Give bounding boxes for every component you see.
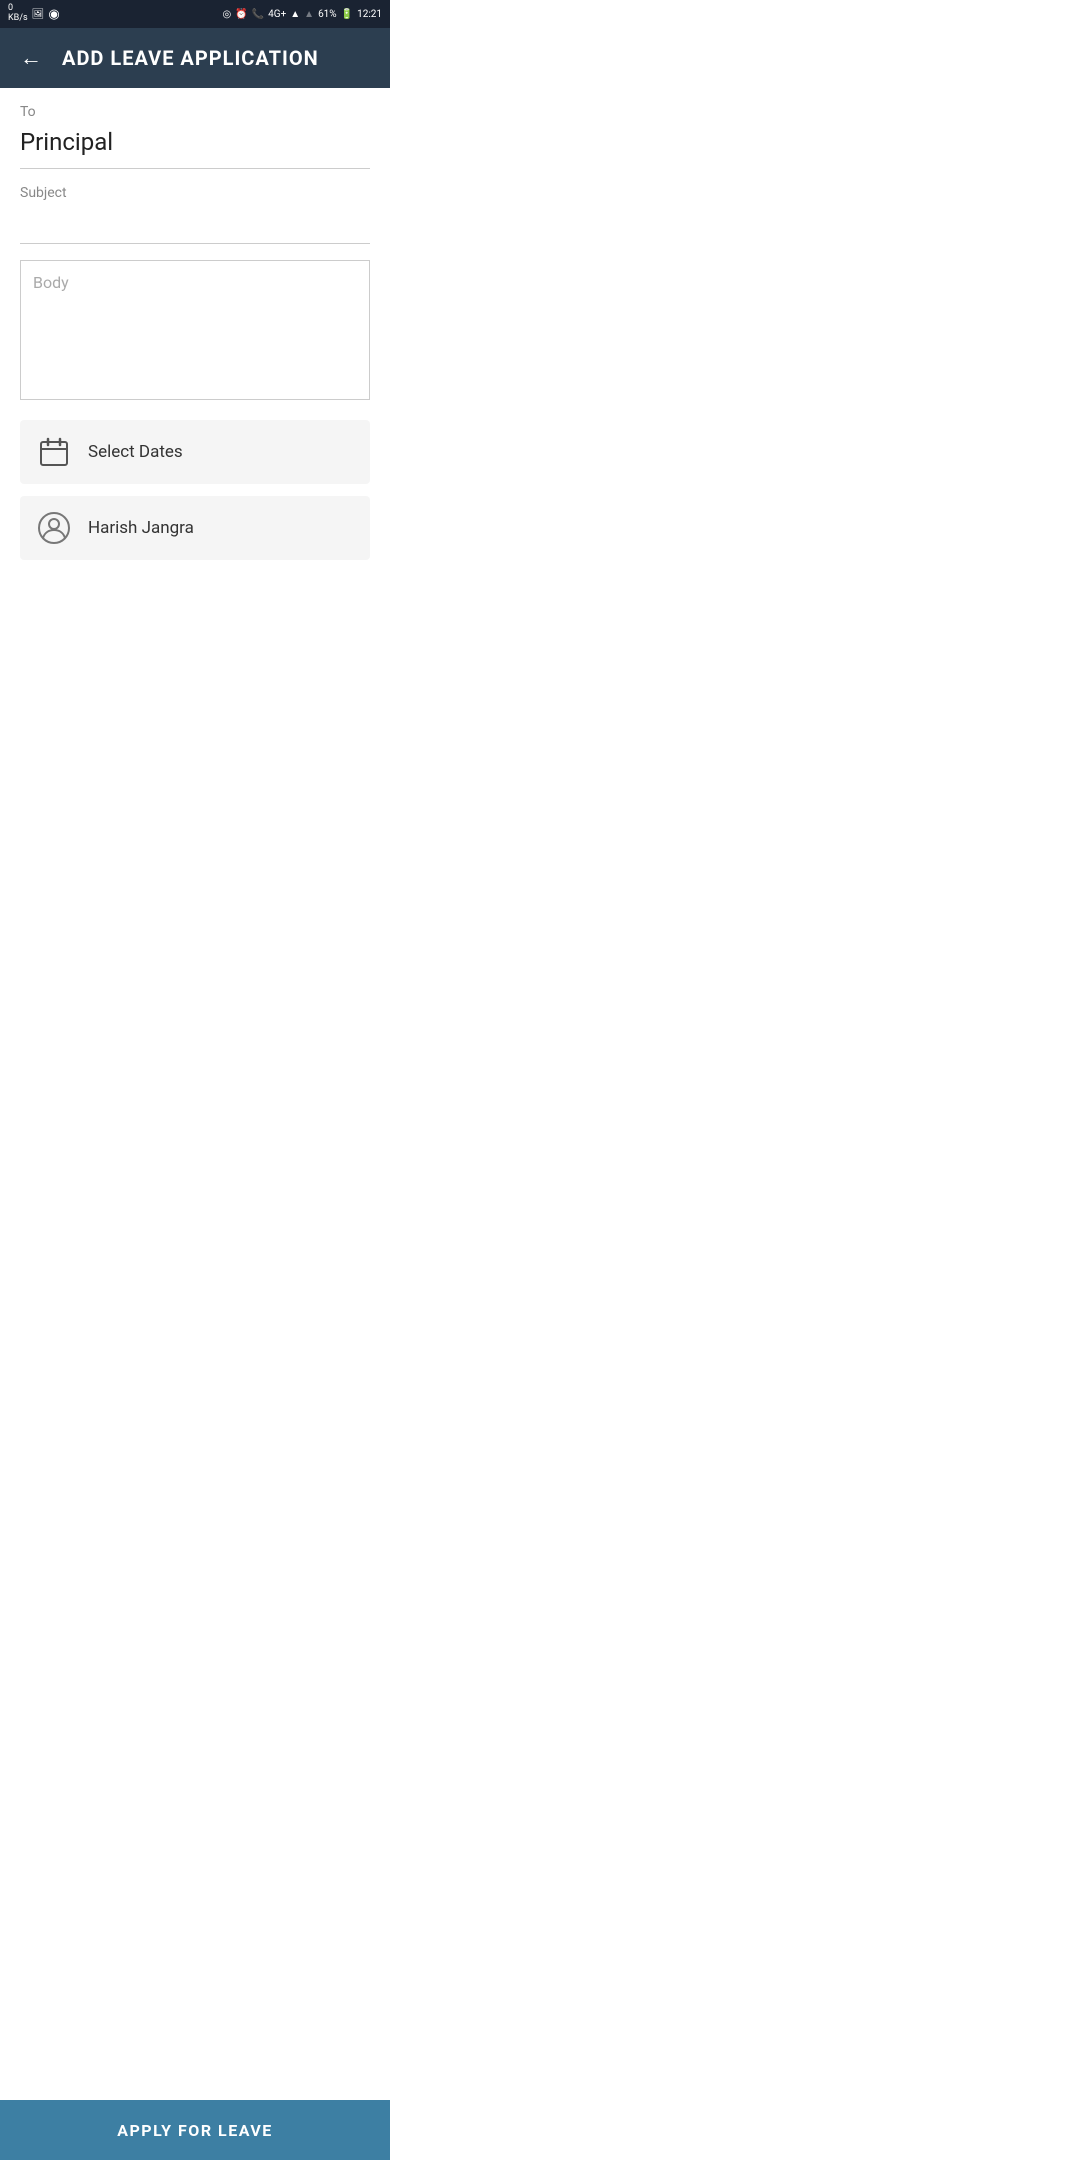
signal-icon: ▲ <box>290 9 300 20</box>
to-value: Principal <box>20 124 370 168</box>
bottom-padding <box>0 572 390 632</box>
subject-label: Subject <box>20 185 370 201</box>
apply-button-label: APPLY FOR LEAVE <box>117 2121 273 2140</box>
alarm-icon: ⏰ <box>235 9 247 20</box>
select-dates-row[interactable]: Select Dates <box>20 420 370 484</box>
back-button[interactable]: ← <box>16 41 46 75</box>
battery-icon: 🔋 <box>341 9 353 20</box>
subject-field-group: Subject <box>20 169 370 244</box>
form-container: To Principal Subject Select Da <box>0 88 390 720</box>
apply-for-leave-button[interactable]: APPLY FOR LEAVE <box>0 2100 390 2160</box>
data-speed: 0KB/s <box>8 4 28 24</box>
status-bar-left: 0KB/s 🖼 ◉ <box>8 4 60 24</box>
body-field-group <box>20 260 370 404</box>
signal-icon-2: ▲ <box>304 9 314 20</box>
to-label: To <box>20 104 370 120</box>
subject-divider <box>20 243 370 244</box>
status-bar-right: ◎ ⏰ 📞 4G+ ▲ ▲ 61% 🔋 12:21 <box>223 9 383 20</box>
subject-input[interactable] <box>20 205 370 243</box>
phone-icon: 📞 <box>252 9 264 20</box>
wifi-icon: ◎ <box>223 9 232 20</box>
battery-level: 61% <box>318 9 337 20</box>
network-type: 4G+ <box>268 9 286 20</box>
to-field-group: To Principal <box>20 88 370 169</box>
applicant-name: Harish Jangra <box>88 518 194 538</box>
app-bar: ← ADD LEAVE APPLICATION <box>0 28 390 88</box>
applicant-row[interactable]: Harish Jangra <box>20 496 370 560</box>
page-title: ADD LEAVE APPLICATION <box>62 46 319 70</box>
circle-icon: ◉ <box>48 7 59 22</box>
calendar-icon <box>36 434 72 470</box>
select-dates-label: Select Dates <box>88 442 183 462</box>
image-icon: 🖼 <box>32 9 45 20</box>
body-textarea[interactable] <box>20 260 370 400</box>
status-bar: 0KB/s 🖼 ◉ ◎ ⏰ 📞 4G+ ▲ ▲ 61% 🔋 12:21 <box>0 0 390 28</box>
form-content: To Principal Subject Select Da <box>0 88 390 572</box>
time: 12:21 <box>357 9 382 20</box>
user-icon <box>36 510 72 546</box>
